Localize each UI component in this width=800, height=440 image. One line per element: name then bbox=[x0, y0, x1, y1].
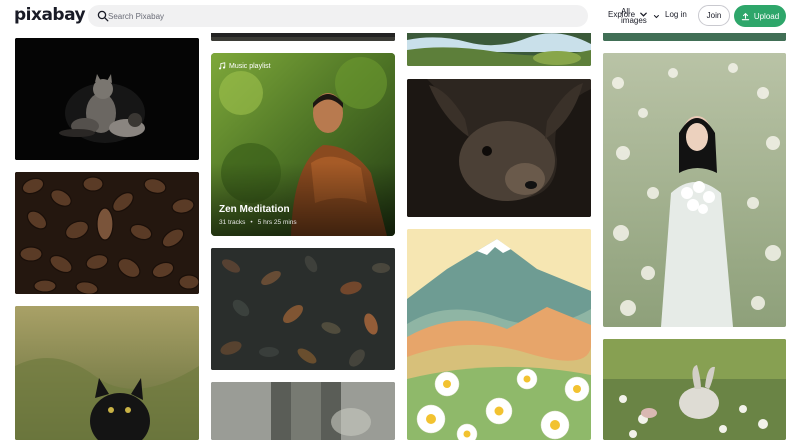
music-playlist-label: Music playlist bbox=[229, 62, 271, 70]
playlist-meta: 31 tracks • 5 hrs 25 mins bbox=[219, 219, 297, 226]
image-tile-autumn-leaves[interactable] bbox=[211, 248, 395, 370]
chevron-down-icon bbox=[653, 14, 659, 18]
image-tile-coffee-beans[interactable] bbox=[15, 172, 199, 294]
cats-photo bbox=[15, 38, 199, 160]
search-input[interactable] bbox=[108, 7, 408, 25]
upload-label: Upload bbox=[753, 11, 780, 21]
image-tile-mountain-illustration[interactable] bbox=[407, 229, 591, 440]
explore-label: Explore bbox=[608, 10, 636, 19]
playlist-track-count: 31 tracks bbox=[219, 219, 246, 226]
music-note-icon bbox=[218, 62, 226, 70]
tree-trunk-photo bbox=[211, 382, 395, 440]
meta-separator: • bbox=[250, 219, 253, 226]
pixabay-logo[interactable]: pixabay bbox=[14, 5, 86, 25]
upload-icon bbox=[741, 12, 750, 20]
autumn-leaves-photo bbox=[211, 248, 395, 370]
upload-button[interactable]: Upload bbox=[734, 5, 786, 27]
chevron-down-icon bbox=[640, 12, 647, 17]
image-tile-waterfall[interactable] bbox=[407, 30, 591, 66]
woman-flowers-photo bbox=[603, 53, 786, 327]
login-link[interactable]: Log in bbox=[665, 10, 687, 19]
coffee-beans-photo bbox=[15, 172, 199, 294]
image-tile-cats[interactable] bbox=[15, 38, 199, 160]
image-tile-woman-flowers[interactable] bbox=[603, 53, 786, 327]
mountain-daisies-illustration bbox=[407, 229, 591, 440]
playlist-title: Zen Meditation bbox=[219, 204, 290, 215]
join-button[interactable]: Join bbox=[698, 5, 730, 26]
black-cat-photo bbox=[15, 306, 199, 440]
deer-photo bbox=[407, 79, 591, 217]
playlist-tile-zen-meditation[interactable]: Music playlist Zen Meditation 31 tracks … bbox=[211, 53, 395, 236]
music-playlist-badge: Music playlist bbox=[218, 62, 271, 70]
waterfall-photo bbox=[407, 30, 591, 66]
image-tile-bunny[interactable] bbox=[603, 339, 786, 440]
image-tile-black-cat[interactable] bbox=[15, 306, 199, 440]
image-tile-deer[interactable] bbox=[407, 79, 591, 217]
top-header: pixabay All images Explore Log in Join U… bbox=[0, 0, 800, 33]
bunny-photo bbox=[603, 339, 786, 440]
playlist-duration: 5 hrs 25 mins bbox=[257, 219, 297, 226]
search-bar[interactable]: All images bbox=[88, 5, 659, 27]
image-tile-tree-trunk[interactable] bbox=[211, 382, 395, 440]
explore-menu[interactable]: Explore bbox=[608, 10, 648, 19]
